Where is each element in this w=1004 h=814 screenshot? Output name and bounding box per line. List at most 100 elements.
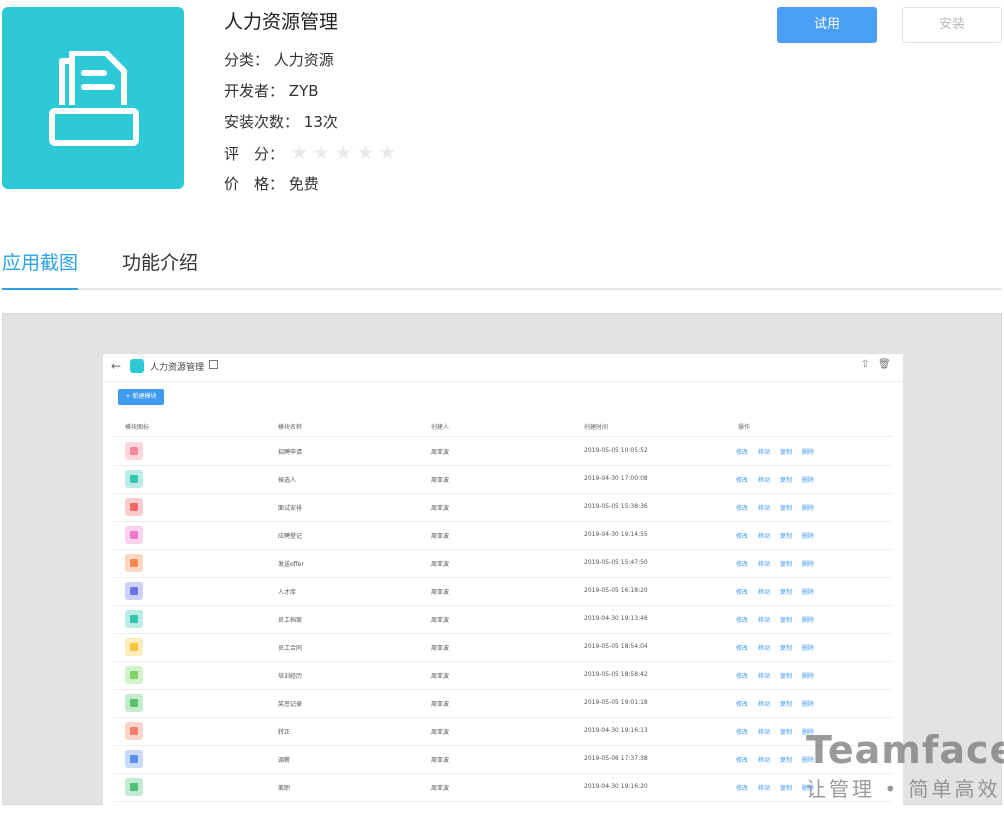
- installs-row: 安装次数： 13次: [224, 107, 401, 138]
- module-icon: [125, 694, 143, 712]
- category-row: 分类： 人力资源: [224, 45, 401, 76]
- module-created-time: 2019-04-30 17:00:08: [584, 475, 648, 482]
- action-link: 复制: [780, 757, 793, 764]
- action-link: 移动: [758, 589, 771, 596]
- action-link: 修改: [736, 729, 749, 736]
- module-icon: [125, 778, 143, 796]
- installs-value: 13次: [303, 113, 338, 131]
- price-row: 价 格： 免费: [224, 169, 401, 200]
- action-link: 移动: [758, 701, 771, 708]
- action-link: 修改: [736, 505, 749, 512]
- category-label: 分类：: [224, 51, 270, 69]
- preview-header: ← 人力资源管理 ⇧ 🗑: [103, 354, 903, 382]
- module-name: 招聘申请: [278, 449, 303, 456]
- action-link: 删除: [802, 645, 815, 652]
- action-link: 删除: [802, 505, 815, 512]
- module-glyph-icon: [130, 475, 138, 483]
- action-link: 删除: [802, 449, 815, 456]
- new-module-button: + 新建模块: [118, 389, 164, 405]
- module-creator: 周亚波: [431, 449, 450, 456]
- table-row: 奖惩记录 周亚波 2019-05-05 19:01:18 修改 移动 复制 删除: [113, 689, 893, 718]
- developer-value: ZYB: [288, 82, 319, 100]
- module-glyph-icon: [130, 727, 138, 735]
- tab-bar: 应用截图 功能介绍: [2, 240, 1002, 290]
- action-link: 修改: [736, 673, 749, 680]
- action-link: 移动: [758, 757, 771, 764]
- action-link: 修改: [736, 757, 749, 764]
- installs-label: 安装次数：: [224, 113, 300, 131]
- module-creator: 周亚波: [431, 729, 450, 736]
- module-glyph-icon: [130, 447, 138, 455]
- module-glyph-icon: [130, 643, 138, 651]
- action-link: 删除: [802, 701, 815, 708]
- trash-icon: 🗑: [878, 359, 891, 370]
- module-name: 离职: [278, 785, 291, 792]
- action-link: 移动: [758, 645, 771, 652]
- table-row: 应聘登记 周亚波 2019-04-30 19:14:55 修改 移动 复制 删除: [113, 521, 893, 550]
- action-link: 修改: [736, 701, 749, 708]
- module-glyph-icon: [130, 531, 138, 539]
- document-tray-icon: [49, 51, 139, 146]
- action-link: 移动: [758, 785, 771, 792]
- table-row: 培训经历 周亚波 2019-05-05 18:58:42 修改 移动 复制 删除: [113, 661, 893, 690]
- action-link: 修改: [736, 561, 749, 568]
- action-link: 删除: [802, 673, 815, 680]
- action-link: 复制: [780, 785, 793, 792]
- action-link: 移动: [758, 449, 771, 456]
- star-icon: ★: [312, 142, 330, 164]
- module-created-time: 2019-04-30 19:16:20: [584, 783, 648, 790]
- module-name: 转正: [278, 729, 291, 736]
- header-name: 模块名称: [278, 424, 303, 431]
- action-link: 复制: [780, 505, 793, 512]
- module-created-time: 2019-04-30 19:14:55: [584, 531, 648, 538]
- upload-icon: ⇧: [861, 359, 870, 370]
- tab-features[interactable]: 功能介绍: [122, 248, 198, 288]
- tab-screenshots[interactable]: 应用截图: [2, 248, 79, 290]
- table-row: 转正 周亚波 2019-04-30 19:16:13 修改 移动 复制 删除: [113, 717, 893, 746]
- install-button[interactable]: 安装: [902, 7, 1002, 43]
- action-link: 删除: [802, 589, 815, 596]
- table-row: 调薪 周亚波 2019-05-06 17:37:38 修改 移动 复制 删除: [113, 745, 893, 774]
- module-created-time: 2019-05-05 19:01:18: [584, 699, 648, 706]
- action-link: 复制: [780, 533, 793, 540]
- action-link: 复制: [780, 673, 793, 680]
- action-link: 删除: [802, 477, 815, 484]
- action-link: 修改: [736, 617, 749, 624]
- module-icon: [125, 470, 143, 488]
- module-creator: 周亚波: [431, 701, 450, 708]
- module-created-time: 2019-05-05 18:54:04: [584, 643, 648, 650]
- module-glyph-icon: [130, 503, 138, 511]
- star-icon: ★: [334, 142, 352, 164]
- preview-title: 人力资源管理: [150, 363, 205, 373]
- module-created-time: 2019-05-05 15:47:50: [584, 559, 648, 566]
- module-icon: [125, 638, 143, 656]
- table-row: 员工档案 周亚波 2019-04-30 19:13:48 修改 移动 复制 删除: [113, 605, 893, 634]
- module-name: 面试安排: [278, 505, 303, 512]
- try-button[interactable]: 试用: [777, 7, 877, 43]
- module-icon: [125, 582, 143, 600]
- watermark-slogan: 让管理 • 简单高效: [806, 777, 1001, 801]
- action-link: 修改: [736, 645, 749, 652]
- module-name: 应聘登记: [278, 533, 303, 540]
- module-icon: [125, 498, 143, 516]
- header-actions: 操作: [738, 424, 751, 431]
- module-glyph-icon: [130, 783, 138, 791]
- module-glyph-icon: [130, 615, 138, 623]
- watermark-brand: Teamface: [806, 728, 1004, 772]
- action-link: 删除: [802, 561, 815, 568]
- edit-icon: [209, 360, 218, 369]
- module-glyph-icon: [130, 559, 138, 567]
- action-link: 删除: [802, 533, 815, 540]
- module-icon: [125, 666, 143, 684]
- app-info: 人力资源管理 分类： 人力资源 开发者： ZYB 安装次数： 13次 评 分： …: [224, 9, 401, 200]
- star-icon: ★: [356, 142, 374, 164]
- module-glyph-icon: [130, 587, 138, 595]
- action-link: 移动: [758, 729, 771, 736]
- module-created-time: 2019-05-05 10:05:52: [584, 447, 648, 454]
- module-creator: 周亚波: [431, 785, 450, 792]
- module-name: 人才库: [278, 589, 297, 596]
- action-link: 修改: [736, 785, 749, 792]
- app-title: 人力资源管理: [224, 11, 339, 33]
- action-link: 复制: [780, 729, 793, 736]
- action-link: 修改: [736, 477, 749, 484]
